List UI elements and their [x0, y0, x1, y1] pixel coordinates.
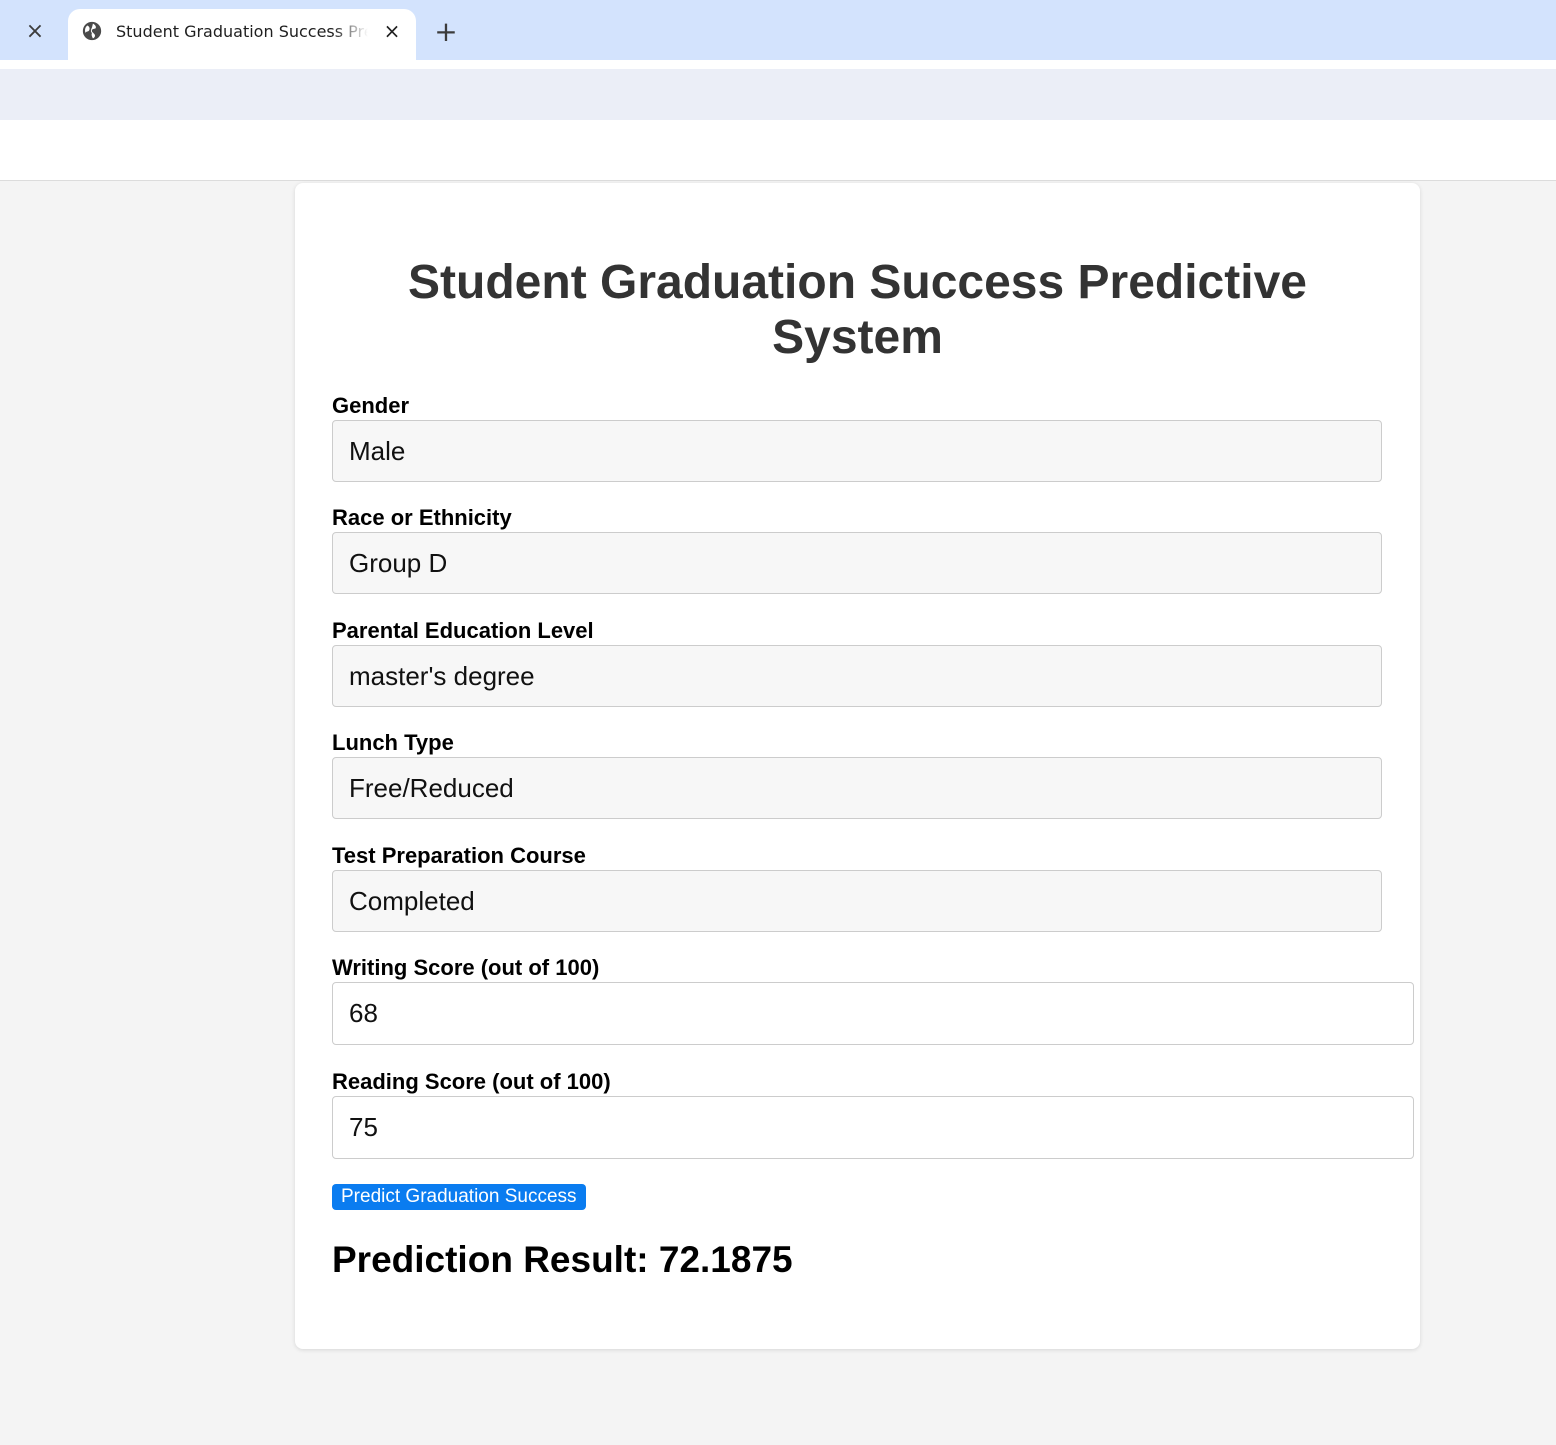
writing-score-label: Writing Score (out of 100): [332, 955, 600, 980]
race-label: Race or Ethnicity: [332, 505, 512, 530]
tab-close-icon[interactable]: ×: [378, 17, 406, 45]
close-icon[interactable]: ×: [20, 16, 50, 46]
lunch-label: Lunch Type: [332, 730, 454, 755]
gender-label: Gender: [332, 393, 410, 418]
new-tab-icon[interactable]: +: [430, 15, 462, 48]
lunch-select[interactable]: Free/Reduced: [332, 757, 1382, 819]
browser-toolbar: [0, 69, 1556, 120]
test-prep-value: Completed: [349, 885, 475, 916]
globe-icon: [82, 21, 102, 41]
reading-score-input[interactable]: 75: [332, 1096, 1414, 1159]
form-card: Student Graduation Success Predictive Sy…: [295, 183, 1420, 1349]
reading-score-value: 75: [349, 1112, 378, 1142]
test-prep-select[interactable]: Completed: [332, 870, 1382, 932]
race-value: Group D: [349, 547, 448, 578]
writing-score-value: 68: [349, 998, 378, 1028]
tab-connector: [0, 60, 1556, 69]
browser-tab-active[interactable]: Student Graduation Success Predictive Sy…: [68, 9, 416, 60]
tab-title: Student Graduation Success Predictive Sy…: [116, 22, 368, 41]
writing-score-input[interactable]: 68: [332, 982, 1414, 1045]
prediction-result: Prediction Result: 72.1875: [332, 1239, 793, 1280]
gender-select[interactable]: Male: [332, 420, 1382, 482]
lunch-value: Free/Reduced: [349, 772, 514, 803]
app-header: [0, 120, 1556, 181]
reading-score-label: Reading Score (out of 100): [332, 1069, 611, 1094]
test-prep-label: Test Preparation Course: [332, 843, 586, 868]
predict-button[interactable]: Predict Graduation Success: [332, 1184, 586, 1210]
browser-tab-strip: × Student Graduation Success Predictive …: [0, 0, 1556, 60]
page-title: Student Graduation Success Predictive Sy…: [408, 256, 1307, 364]
parental-education-select[interactable]: master's degree: [332, 645, 1382, 707]
parental-education-value: master's degree: [349, 660, 535, 691]
gender-value: Male: [349, 435, 406, 466]
race-select[interactable]: Group D: [332, 532, 1382, 594]
parental-education-label: Parental Education Level: [332, 618, 594, 643]
